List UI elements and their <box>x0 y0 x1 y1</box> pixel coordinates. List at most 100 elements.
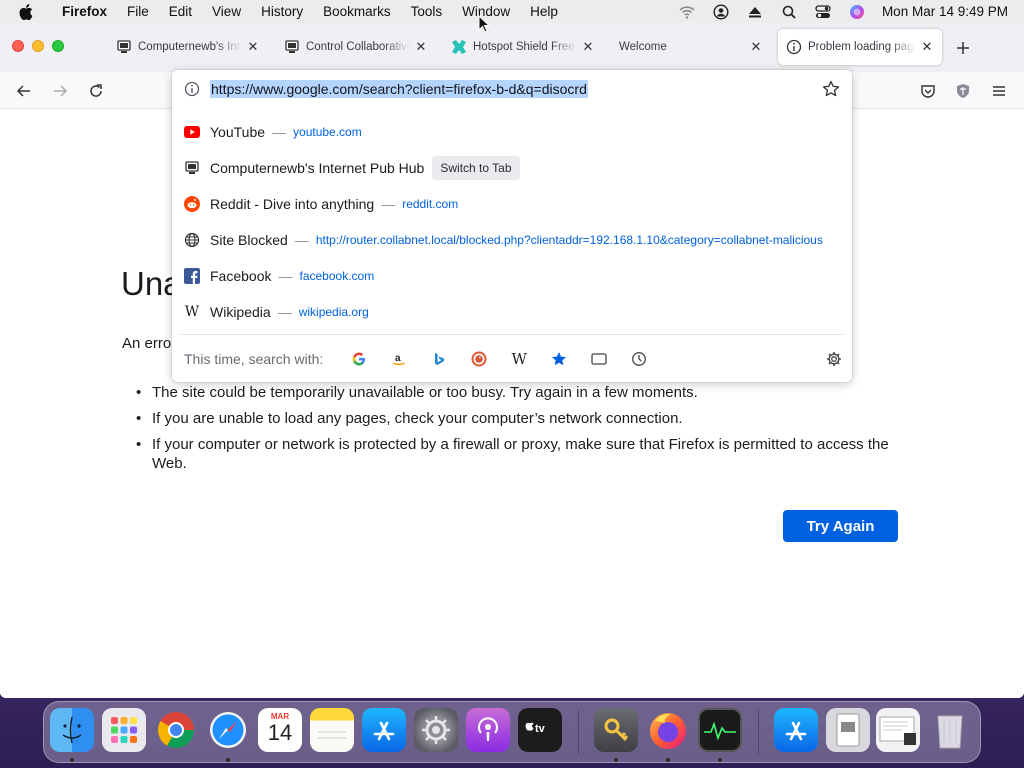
launchpad-icon[interactable] <box>102 708 146 752</box>
pocket-icon <box>921 85 935 98</box>
firefox-icon[interactable] <box>646 708 690 752</box>
bookmark-star-icon[interactable] <box>822 80 840 98</box>
urlbar-dropdown: https://www.google.com/search?client=fir… <box>172 70 852 382</box>
reddit-icon <box>184 196 200 212</box>
safari-icon[interactable] <box>206 708 250 752</box>
result-wikipedia[interactable]: W Wikipedia — wikipedia.org <box>172 294 852 330</box>
search-with-label: This time, search with: <box>184 351 324 367</box>
tab-close-icon[interactable]: ✕ <box>749 39 763 54</box>
extension-shield-button[interactable] <box>950 78 976 104</box>
apple-tv-icon[interactable]: tv <box>518 708 562 752</box>
wifi-off-icon[interactable] <box>670 5 704 19</box>
duckduckgo-icon[interactable] <box>459 345 499 373</box>
menu-app-firefox[interactable]: Firefox <box>52 0 117 23</box>
app-store-icon[interactable] <box>362 708 406 752</box>
search-settings-gear-icon[interactable] <box>824 349 844 369</box>
tab-control-collaborative[interactable]: Control Collaborative ✕ <box>276 29 436 65</box>
menu-help[interactable]: Help <box>520 0 568 23</box>
finder-icon[interactable] <box>50 708 94 752</box>
history-icon[interactable] <box>619 345 659 373</box>
dock: MAR 14 tv <box>43 701 981 763</box>
url-input[interactable]: https://www.google.com/search?client=fir… <box>210 80 588 98</box>
window-controls <box>12 40 64 52</box>
running-indicator <box>226 758 230 762</box>
amazon-icon[interactable]: a <box>379 345 419 373</box>
calendar-day: 14 <box>267 720 293 745</box>
error-suggestions: The site could be temporarily unavailabl… <box>136 383 912 480</box>
tab-welcome[interactable]: Welcome ✕ <box>611 29 771 65</box>
window-minimize-button[interactable] <box>32 40 44 52</box>
wikipedia-icon[interactable]: W <box>499 345 539 373</box>
trash-icon[interactable] <box>928 708 972 752</box>
new-tab-button[interactable] <box>952 37 974 59</box>
site-info-icon[interactable] <box>184 81 200 97</box>
svg-text:a: a <box>395 353 401 364</box>
tabs-icon[interactable] <box>579 345 619 373</box>
mouse-cursor <box>478 14 491 33</box>
menubar-clock[interactable]: Mon Mar 14 9:49 PM <box>874 4 1008 19</box>
pocket-button[interactable] <box>915 78 941 104</box>
result-site-blocked[interactable]: Site Blocked — http://router.collabnet.l… <box>172 222 852 258</box>
system-preferences-icon[interactable] <box>414 708 458 752</box>
reload-button[interactable] <box>83 78 109 104</box>
forward-button[interactable] <box>47 78 73 104</box>
urlbar-results: YouTube — youtube.com Computernewb's Int… <box>172 114 852 330</box>
menu-view[interactable]: View <box>202 0 251 23</box>
tab-close-icon[interactable]: ✕ <box>246 39 260 54</box>
search-icon[interactable] <box>772 5 806 19</box>
globe-icon <box>184 232 200 248</box>
tab-computernewb[interactable]: Computernewb's Internet Pub Hub ✕ <box>108 29 268 65</box>
siri-icon[interactable] <box>840 4 874 20</box>
tab-close-icon[interactable]: ✕ <box>920 39 934 54</box>
running-indicator <box>614 758 618 762</box>
app-menu-button[interactable] <box>986 78 1012 104</box>
menu-edit[interactable]: Edit <box>159 0 202 23</box>
dock-separator <box>758 710 759 754</box>
plus-icon <box>957 42 969 54</box>
eject-icon[interactable] <box>738 5 772 19</box>
menu-tools[interactable]: Tools <box>401 0 453 23</box>
bing-icon[interactable] <box>419 345 459 373</box>
calendar-icon[interactable]: MAR 14 <box>258 708 302 752</box>
apple-menu-icon[interactable] <box>0 3 52 20</box>
one-off-search-bar: This time, search with: a W <box>184 344 844 374</box>
error-intro: An erro <box>122 335 172 352</box>
result-computernewb[interactable]: Computernewb's Internet Pub Hub Switch t… <box>172 150 852 186</box>
notes-icon[interactable] <box>310 708 354 752</box>
tab-problem-loading[interactable]: Problem loading page ✕ <box>778 29 942 65</box>
switch-to-tab-button[interactable]: Switch to Tab <box>432 156 520 180</box>
result-facebook[interactable]: Facebook — facebook.com <box>172 258 852 294</box>
menu-bookmarks[interactable]: Bookmarks <box>313 0 401 23</box>
hamburger-menu-icon <box>993 86 1005 96</box>
tab-close-icon[interactable]: ✕ <box>581 39 595 54</box>
google-icon[interactable] <box>339 345 379 373</box>
control-center-icon[interactable] <box>806 4 840 19</box>
file-icon[interactable] <box>826 708 870 752</box>
chrome-icon[interactable] <box>154 708 198 752</box>
user-account-icon[interactable] <box>704 3 738 20</box>
menu-history[interactable]: History <box>251 0 313 23</box>
forward-arrow-icon <box>54 85 68 97</box>
window-zoom-button[interactable] <box>52 40 64 52</box>
screenshot-icon[interactable] <box>876 708 920 752</box>
result-youtube[interactable]: YouTube — youtube.com <box>172 114 852 150</box>
menu-file[interactable]: File <box>117 0 159 23</box>
urlbar[interactable]: https://www.google.com/search?client=fir… <box>172 70 852 108</box>
back-button[interactable] <box>11 78 37 104</box>
keychain-icon[interactable] <box>594 708 638 752</box>
bookmarks-icon[interactable] <box>539 345 579 373</box>
podcasts-icon[interactable] <box>466 708 510 752</box>
info-icon <box>786 39 802 55</box>
tab-close-icon[interactable]: ✕ <box>414 39 428 54</box>
suggestion-item: If you are unable to load any pages, che… <box>136 409 912 428</box>
activity-monitor-icon[interactable] <box>698 708 742 752</box>
try-again-button[interactable]: Try Again <box>783 510 898 542</box>
window-close-button[interactable] <box>12 40 24 52</box>
tab-hotspot-shield[interactable]: Hotspot Shield Free VPN ✕ <box>443 29 603 65</box>
result-reddit[interactable]: Reddit - Dive into anything — reddit.com <box>172 186 852 222</box>
shield-icon <box>957 84 969 98</box>
app-store-download-icon[interactable] <box>774 708 818 752</box>
computernewb-icon <box>184 160 200 176</box>
svg-text:tv: tv <box>535 723 546 735</box>
menu-bar: Firefox File Edit View History Bookmarks… <box>0 0 1024 23</box>
